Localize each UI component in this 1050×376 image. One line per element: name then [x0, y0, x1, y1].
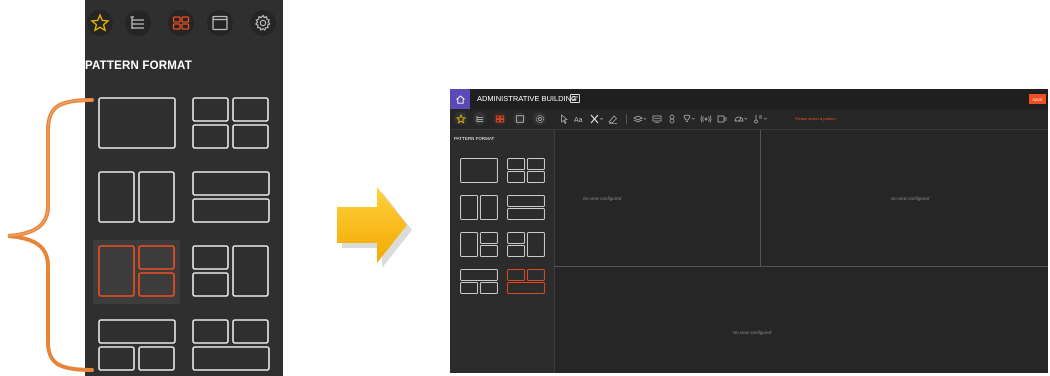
gear-icon	[535, 114, 544, 123]
list-icon	[476, 115, 483, 122]
pattern-2x2[interactable]	[507, 158, 545, 183]
pattern-two-columns[interactable]	[98, 171, 176, 223]
pointer-icon[interactable]	[560, 114, 569, 124]
display-icon[interactable]	[652, 114, 662, 124]
favorites-tab[interactable]	[87, 10, 113, 36]
empty-view-message: No view configured	[583, 196, 622, 201]
pattern-top-split-bottom-row[interactable]	[192, 319, 270, 371]
toolbar-divider	[626, 114, 627, 124]
pattern-top-row-bottom-split[interactable]	[460, 269, 498, 294]
tb-window-tab[interactable]	[513, 112, 526, 125]
thermostat-icon[interactable]	[754, 114, 768, 124]
app-topbar: ADMINISTRATIVE BUILDING SAVE	[450, 89, 1048, 109]
pattern-sidebar: PATTERN FORMAT	[450, 130, 554, 373]
text-tool-icon[interactable]: Aa	[574, 114, 586, 124]
gear-icon	[254, 14, 271, 31]
view-grid: No view configured No view configured No…	[554, 130, 1048, 373]
pattern-2x2[interactable]	[192, 97, 270, 149]
window-tab[interactable]	[207, 10, 233, 36]
tb-settings-tab[interactable]	[533, 112, 546, 125]
settings-tab[interactable]	[250, 10, 276, 36]
pattern-format-title: PATTERN FORMAT	[454, 136, 495, 141]
tb-list-tab[interactable]	[473, 112, 486, 125]
pane-bottom[interactable]: No view configured	[555, 267, 1048, 373]
pane-top-left[interactable]: No view configured	[555, 130, 760, 266]
right-arrow-annotation	[337, 187, 412, 268]
star-icon	[90, 13, 110, 32]
tb-layout-tab[interactable]	[493, 112, 506, 125]
window-icon	[515, 114, 524, 123]
plug-icon[interactable]	[717, 114, 728, 124]
pattern-top-split-bottom-row-selected[interactable]	[507, 269, 545, 294]
signal-icon[interactable]	[700, 114, 712, 124]
pattern-left-split-right-col[interactable]	[192, 245, 270, 297]
list-tab[interactable]	[125, 10, 151, 36]
empty-view-message: No view configured	[891, 196, 930, 201]
sensor-icon[interactable]	[668, 114, 676, 124]
layout-tab[interactable]	[168, 10, 194, 36]
layout-grid-icon	[172, 16, 190, 30]
building-info-icon[interactable]	[570, 94, 580, 103]
curly-brace-annotation	[7, 98, 94, 372]
app-window: ADMINISTRATIVE BUILDING SAVE Aa Please s…	[450, 89, 1048, 373]
pattern-format-title: PATTERN FORMAT	[85, 60, 192, 72]
svg-text:Aa: Aa	[574, 117, 583, 124]
pattern-left-col-right-split[interactable]	[98, 245, 176, 297]
pattern-single[interactable]	[460, 158, 498, 183]
tb-favorites-tab[interactable]	[454, 112, 467, 125]
pattern-two-rows[interactable]	[507, 195, 545, 220]
close-tool-icon[interactable]	[590, 114, 604, 124]
pattern-warning-text: Please select a pattern	[795, 116, 836, 121]
window-icon	[212, 15, 228, 31]
eraser-icon[interactable]	[608, 114, 618, 124]
list-icon	[130, 16, 144, 29]
pane-top-right[interactable]: No view configured	[761, 130, 1048, 266]
pattern-left-split-right-col[interactable]	[507, 232, 545, 257]
pattern-two-columns[interactable]	[460, 195, 498, 220]
pattern-two-rows[interactable]	[192, 171, 270, 223]
gauge-icon[interactable]	[734, 114, 748, 124]
app-toolbar: Aa Please select a pattern	[450, 109, 1048, 130]
pattern-single[interactable]	[98, 97, 176, 149]
building-title: ADMINISTRATIVE BUILDING	[477, 94, 577, 103]
save-button[interactable]: SAVE	[1029, 94, 1046, 104]
home-icon	[455, 94, 465, 104]
pattern-top-row-bottom-split[interactable]	[98, 319, 176, 371]
star-icon	[455, 113, 466, 124]
layers-icon[interactable]	[633, 114, 647, 124]
pattern-left-col-right-split[interactable]	[460, 232, 498, 257]
empty-view-message: No view configured	[733, 330, 772, 335]
layout-grid-icon	[495, 115, 504, 122]
lamp-icon[interactable]	[682, 114, 696, 124]
home-button[interactable]	[450, 89, 470, 109]
zoomed-sidebar-panel: PATTERN FORMAT	[85, 0, 283, 376]
